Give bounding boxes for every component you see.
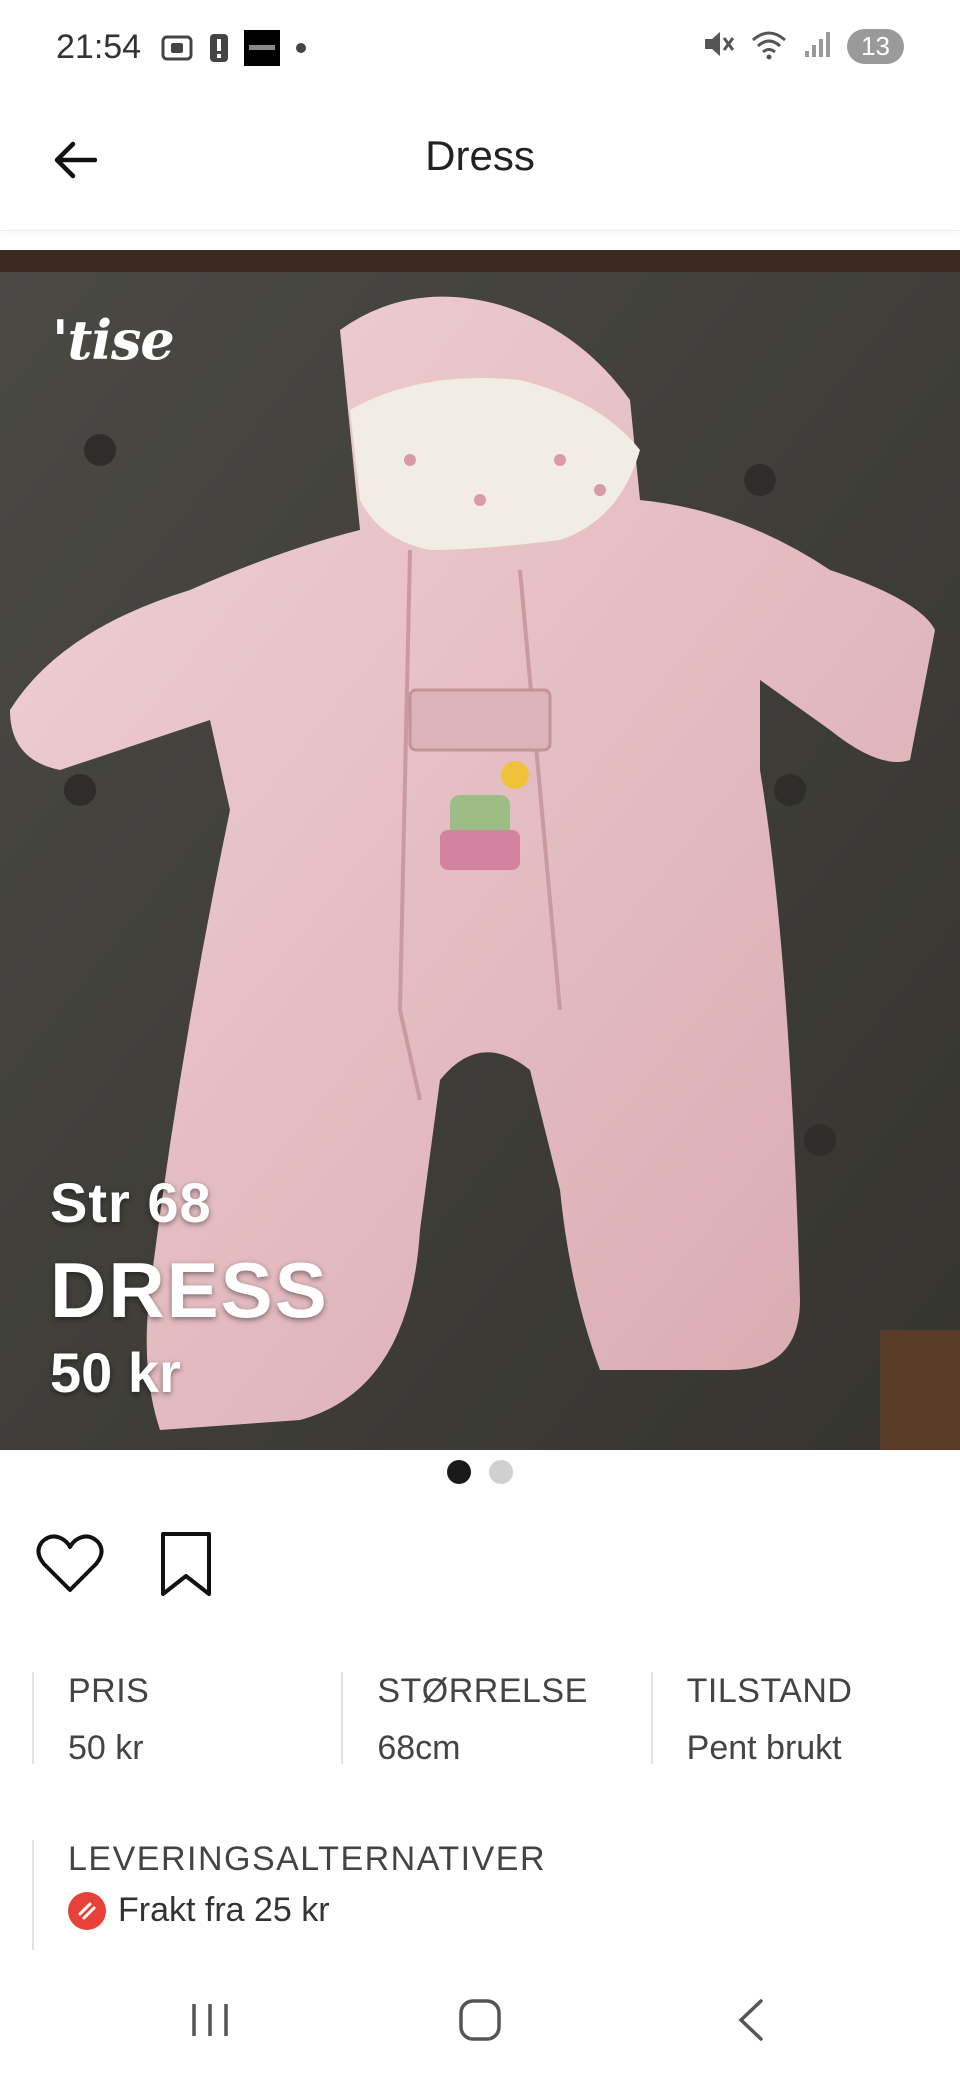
mute-icon xyxy=(701,28,735,65)
product-details: PRIS 50 kr STØRRELSE 68cm TILSTAND Pent … xyxy=(32,1672,960,1767)
price-label: PRIS xyxy=(68,1672,150,1710)
status-left-icons xyxy=(160,30,308,71)
delivery-option-text: Frakt fra 25 kr xyxy=(118,1891,330,1929)
price-value: 50 kr xyxy=(68,1729,144,1767)
overlay-size-text: Str 68 xyxy=(50,1171,212,1234)
system-navbar xyxy=(0,1950,960,2080)
size-label: STØRRELSE xyxy=(377,1672,588,1710)
recent-apps-button[interactable] xyxy=(180,1990,240,2050)
size-value: 68cm xyxy=(377,1729,461,1767)
delivery-option[interactable]: Frakt fra 25 kr xyxy=(68,1891,932,1930)
action-buttons xyxy=(32,1526,224,1602)
size-column: STØRRELSE 68cm xyxy=(341,1672,650,1767)
like-button[interactable] xyxy=(32,1526,108,1602)
save-button[interactable] xyxy=(148,1526,224,1602)
price-column: PRIS 50 kr xyxy=(32,1672,341,1767)
nav-back-button[interactable] xyxy=(720,1990,780,2050)
recent-apps-icon xyxy=(192,2004,228,2036)
carousel-dot-1[interactable] xyxy=(447,1460,471,1484)
condition-value: Pent brukt xyxy=(686,1729,842,1767)
shipping-icon xyxy=(68,1891,106,1930)
delivery-section: LEVERINGSALTERNATIVER Frakt fra 25 kr xyxy=(32,1840,932,1950)
home-button[interactable] xyxy=(450,1990,510,2050)
condition-column: TILSTAND Pent brukt xyxy=(650,1672,960,1767)
app-thumbnail-icon xyxy=(244,30,280,71)
dot-icon xyxy=(294,41,308,60)
bookmark-icon xyxy=(161,1532,211,1596)
carousel-indicator xyxy=(0,1460,960,1484)
status-right-icons: 13 xyxy=(701,28,904,65)
status-time: 21:54 xyxy=(56,28,142,66)
tise-watermark: 'tise xyxy=(52,308,175,372)
home-icon xyxy=(459,1999,501,2041)
back-icon xyxy=(738,1999,763,2041)
overlay-price-text: 50 kr xyxy=(50,1341,181,1404)
overlay-title-text: DRESS xyxy=(50,1246,329,1334)
delivery-label: LEVERINGSALTERNATIVER xyxy=(68,1840,547,1878)
screenshot-icon xyxy=(160,33,194,68)
product-photo[interactable]: 'tise Str 68 DRESS 50 kr xyxy=(0,250,960,1450)
signal-icon xyxy=(803,29,833,64)
carousel-dot-2[interactable] xyxy=(489,1460,513,1484)
page-title: Dress xyxy=(425,132,535,179)
condition-label: TILSTAND xyxy=(686,1672,853,1710)
app-header: Dress xyxy=(0,100,960,231)
status-bar: 21:54 13 xyxy=(0,0,960,100)
notification-badge: 13 xyxy=(847,29,904,64)
alert-icon xyxy=(208,32,230,69)
heart-icon xyxy=(36,1534,104,1592)
wifi-icon xyxy=(749,28,789,65)
